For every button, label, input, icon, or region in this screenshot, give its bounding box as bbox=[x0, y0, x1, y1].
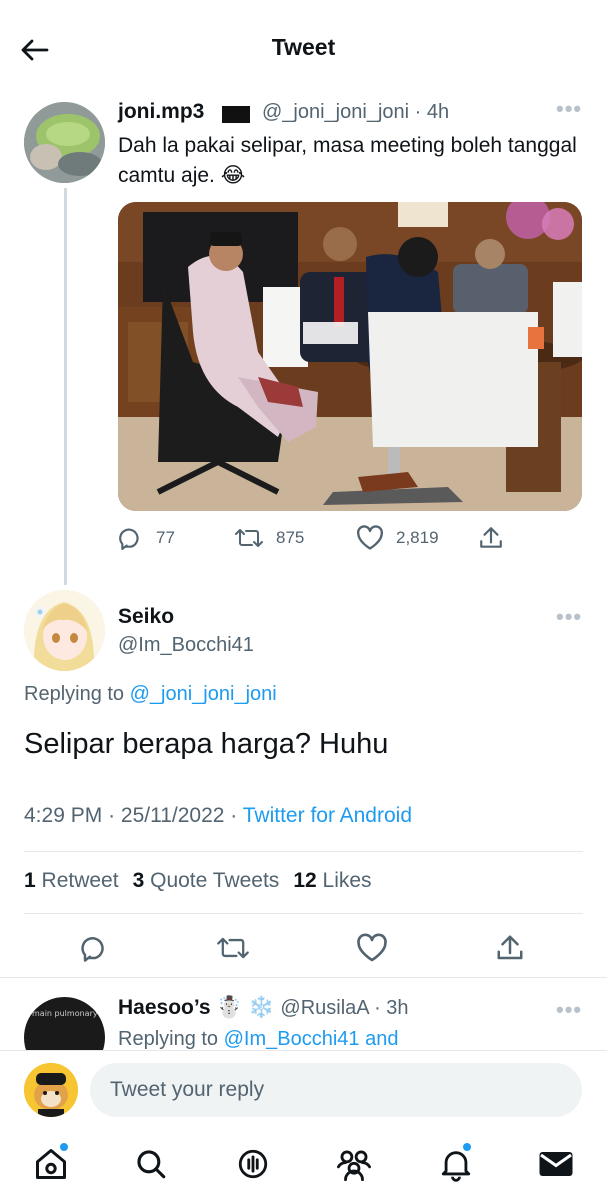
notification-dot bbox=[462, 1142, 472, 1152]
tweet-text: Dah la pakai selipar, masa meeting boleh… bbox=[118, 134, 577, 187]
avatar[interactable] bbox=[24, 102, 105, 183]
nav-notifications[interactable] bbox=[434, 1142, 478, 1186]
reply-composer bbox=[0, 1050, 607, 1130]
tweet-time[interactable]: 4:29 PM bbox=[24, 804, 102, 827]
likes-stat[interactable]: 12 Likes bbox=[293, 869, 371, 893]
author-handle[interactable]: @_joni_joni_joni · 4h bbox=[262, 101, 449, 124]
tweet-photo[interactable] bbox=[118, 202, 582, 511]
reply-icon bbox=[81, 937, 104, 962]
author-handle[interactable]: @RusilaA · 3h bbox=[280, 997, 408, 1019]
tweet-metadata: 4:29 PM · 25/11/2022 · Twitter for Andro… bbox=[24, 804, 413, 827]
reply-button[interactable]: 77 bbox=[118, 525, 175, 551]
nav-communities[interactable] bbox=[332, 1142, 376, 1186]
author-handle[interactable]: @Im_Bocchi41 bbox=[118, 634, 254, 657]
share-button[interactable] bbox=[478, 525, 504, 551]
more-icon[interactable]: ••• bbox=[556, 96, 582, 122]
notification-dot bbox=[59, 1142, 69, 1152]
retweet-button[interactable]: 875 bbox=[234, 525, 304, 551]
top-bar: Tweet bbox=[0, 0, 607, 96]
share-button[interactable] bbox=[492, 930, 528, 966]
thread-line bbox=[64, 188, 67, 585]
spaces-icon bbox=[238, 1149, 268, 1179]
avatar[interactable] bbox=[24, 590, 105, 671]
communities-icon bbox=[336, 1150, 371, 1181]
tweet-text: Selipar berapa harga? Huhu bbox=[24, 728, 389, 760]
bottom-nav bbox=[0, 1130, 607, 1200]
my-avatar[interactable] bbox=[24, 1063, 78, 1117]
retweet-button[interactable] bbox=[215, 930, 251, 966]
divider bbox=[24, 913, 583, 914]
tweet-actions bbox=[24, 920, 583, 976]
retweets-stat[interactable]: 1 Retweet bbox=[24, 869, 119, 893]
author-name[interactable]: Seiko bbox=[118, 605, 174, 629]
retweet-icon bbox=[217, 937, 249, 959]
tweet-source-link[interactable]: Twitter for Android bbox=[243, 804, 412, 827]
divider bbox=[24, 851, 583, 852]
author-name[interactable]: Haesoo’s ☃️ ❄️ bbox=[118, 996, 275, 1019]
avatar[interactable]: main pulmonary artery bbox=[24, 997, 105, 1050]
reply-tweet[interactable]: main pulmonary artery Haesoo’s ☃️ ❄️ @Ru… bbox=[0, 978, 607, 1050]
quote-tweets-stat[interactable]: 3 Quote Tweets bbox=[133, 869, 280, 893]
like-count: 2,819 bbox=[396, 528, 439, 547]
like-button[interactable] bbox=[354, 930, 390, 966]
share-icon bbox=[497, 935, 523, 960]
nav-search[interactable] bbox=[129, 1142, 173, 1186]
reply-button[interactable] bbox=[77, 930, 113, 966]
engagement-stats: 1 Retweet 3 Quote Tweets 12 Likes bbox=[24, 869, 372, 893]
nav-spaces[interactable] bbox=[231, 1142, 275, 1186]
replying-to-link[interactable]: @_joni_joni_joni bbox=[130, 683, 277, 705]
like-button[interactable]: 2,819 bbox=[356, 525, 439, 551]
search-icon bbox=[137, 1150, 166, 1179]
author-name[interactable]: joni.mp3 bbox=[118, 100, 204, 124]
nav-home[interactable] bbox=[29, 1142, 73, 1186]
messages-icon bbox=[539, 1152, 573, 1176]
heart-icon bbox=[357, 525, 383, 550]
more-icon[interactable]: ••• bbox=[556, 997, 582, 1023]
black-flag-icon bbox=[222, 106, 250, 123]
page-title: Tweet bbox=[271, 34, 336, 60]
replying-to: Replying to @_joni_joni_joni bbox=[24, 683, 277, 705]
reply-input[interactable] bbox=[90, 1063, 582, 1117]
nav-messages[interactable] bbox=[534, 1142, 578, 1186]
replying-to: Replying to @Im_Bocchi41 and bbox=[118, 1028, 399, 1050]
share-icon bbox=[480, 527, 502, 548]
heart-icon bbox=[357, 933, 387, 962]
replying-to-link[interactable]: @Im_Bocchi41 and bbox=[224, 1028, 399, 1050]
retweet-icon bbox=[235, 529, 263, 547]
tweet-date[interactable]: 25/11/2022 bbox=[121, 804, 225, 827]
retweet-count: 875 bbox=[276, 528, 305, 547]
reply-icon bbox=[119, 528, 139, 550]
more-icon[interactable]: ••• bbox=[556, 604, 582, 630]
reply-count: 77 bbox=[156, 528, 175, 547]
